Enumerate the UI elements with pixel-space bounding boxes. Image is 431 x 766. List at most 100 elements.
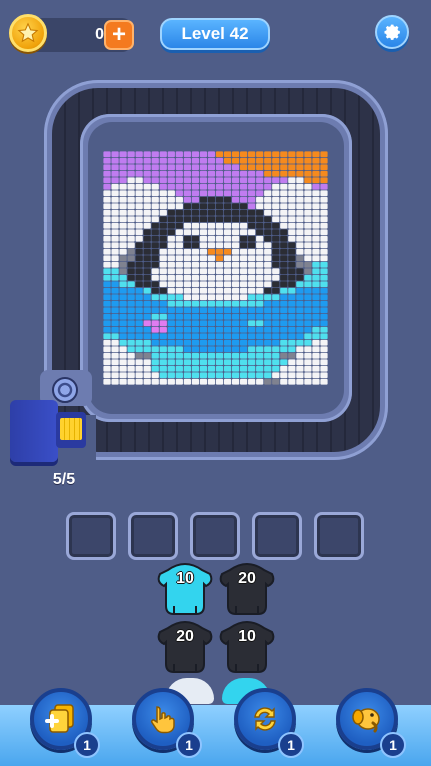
pixel-cell bbox=[175, 235, 183, 242]
shooter-black[interactable]: 20 bbox=[216, 560, 278, 616]
pixel-cell bbox=[191, 248, 200, 255]
pixel-cell bbox=[312, 372, 320, 379]
settings-button[interactable] bbox=[375, 15, 409, 49]
pixel-cell bbox=[143, 339, 151, 346]
shooter-cyan[interactable]: 10 bbox=[154, 560, 216, 616]
pixel-cell bbox=[264, 242, 272, 249]
shooter-black[interactable]: 20 bbox=[154, 618, 216, 674]
pixel-cell bbox=[256, 151, 264, 158]
pixel-cell bbox=[199, 183, 208, 190]
pixel-cell bbox=[312, 294, 320, 301]
pixel-cell bbox=[207, 352, 216, 359]
queue-slot[interactable] bbox=[128, 512, 178, 560]
pixel-cell bbox=[199, 216, 208, 223]
pixel-cell bbox=[111, 294, 119, 301]
pixel-cell bbox=[320, 255, 328, 262]
pixel-cell bbox=[191, 352, 200, 359]
pixel-cell bbox=[151, 229, 159, 236]
pixel-cell bbox=[191, 216, 200, 223]
pixel-cell bbox=[272, 320, 280, 327]
pixel-cell bbox=[199, 151, 208, 158]
pixel-cell bbox=[215, 190, 224, 197]
pixel-cell bbox=[183, 157, 191, 164]
pixel-cell bbox=[215, 183, 224, 190]
pixel-cell bbox=[111, 326, 119, 333]
pixel-cell bbox=[159, 255, 167, 262]
pixel-cell bbox=[175, 261, 183, 268]
pixel-cell bbox=[175, 333, 183, 340]
pixel-cell bbox=[280, 248, 288, 255]
queue-slot[interactable] bbox=[314, 512, 364, 560]
pixel-cell bbox=[103, 268, 111, 275]
pixel-cell bbox=[264, 164, 272, 171]
pixel-cell bbox=[143, 222, 151, 229]
pixel-cell bbox=[143, 229, 151, 236]
pixel-cell bbox=[127, 326, 135, 333]
pixel-cell bbox=[304, 352, 312, 359]
pixel-cell bbox=[103, 177, 111, 184]
add-coins-button[interactable]: + bbox=[104, 20, 134, 50]
pixel-cell bbox=[296, 287, 304, 294]
pixel-cell bbox=[312, 365, 320, 372]
pixel-cell bbox=[223, 170, 232, 177]
pixel-cell bbox=[272, 378, 280, 385]
pixel-cell bbox=[127, 209, 135, 216]
pixel-cell bbox=[151, 248, 159, 255]
queue-slot[interactable] bbox=[190, 512, 240, 560]
pixel-cell bbox=[183, 372, 191, 379]
queue-slot[interactable] bbox=[66, 512, 116, 560]
pixel-cell bbox=[296, 209, 304, 216]
pixel-cell bbox=[151, 151, 159, 158]
pixel-cell bbox=[199, 378, 208, 385]
pixel-cell bbox=[199, 352, 208, 359]
pixel-cell bbox=[159, 313, 167, 320]
pixel-cell bbox=[199, 313, 208, 320]
pixel-cell bbox=[191, 300, 200, 307]
pixel-cell bbox=[248, 326, 256, 333]
pixel-cell bbox=[231, 268, 240, 275]
pixel-cell bbox=[111, 346, 119, 353]
pixel-cell bbox=[175, 339, 183, 346]
pixel-cell bbox=[280, 209, 288, 216]
shooter-black[interactable]: 10 bbox=[216, 618, 278, 674]
pixel-cell bbox=[127, 320, 135, 327]
pixel-cell bbox=[207, 242, 216, 249]
pixel-cell bbox=[288, 229, 296, 236]
pixel-cell bbox=[159, 248, 167, 255]
pixel-cell bbox=[111, 183, 119, 190]
pixel-cell bbox=[280, 352, 288, 359]
pixel-cell bbox=[175, 248, 183, 255]
pixel-cell bbox=[111, 372, 119, 379]
pixel-cell bbox=[175, 222, 183, 229]
pixel-cell bbox=[143, 216, 151, 223]
pixel-cell bbox=[223, 183, 232, 190]
pixel-cell bbox=[296, 196, 304, 203]
pixel-cell bbox=[264, 170, 272, 177]
pixel-cell bbox=[103, 183, 111, 190]
pixel-cell bbox=[207, 307, 216, 314]
pixel-cell bbox=[240, 183, 248, 190]
pixel-cell bbox=[127, 170, 135, 177]
pixel-cell bbox=[264, 203, 272, 210]
pixel-cell bbox=[223, 164, 232, 171]
pixel-cell bbox=[288, 242, 296, 249]
pixel-cell bbox=[111, 287, 119, 294]
queue-slot[interactable] bbox=[252, 512, 302, 560]
pixel-cell bbox=[312, 352, 320, 359]
pixel-cell bbox=[280, 300, 288, 307]
pixel-cell bbox=[248, 300, 256, 307]
pixel-cell bbox=[183, 183, 191, 190]
pixel-cell bbox=[231, 300, 240, 307]
pixel-cell bbox=[296, 339, 304, 346]
pixel-cell bbox=[135, 216, 143, 223]
pixel-cell bbox=[175, 196, 183, 203]
pixel-cell bbox=[280, 261, 288, 268]
pixel-cell bbox=[288, 170, 296, 177]
pixel-cell bbox=[207, 190, 216, 197]
pixel-cell bbox=[264, 255, 272, 262]
pixel-cell bbox=[280, 359, 288, 366]
pixel-cell bbox=[280, 365, 288, 372]
pixel-cell bbox=[167, 164, 175, 171]
pixel-cell bbox=[151, 274, 159, 281]
pixel-cell bbox=[272, 339, 280, 346]
